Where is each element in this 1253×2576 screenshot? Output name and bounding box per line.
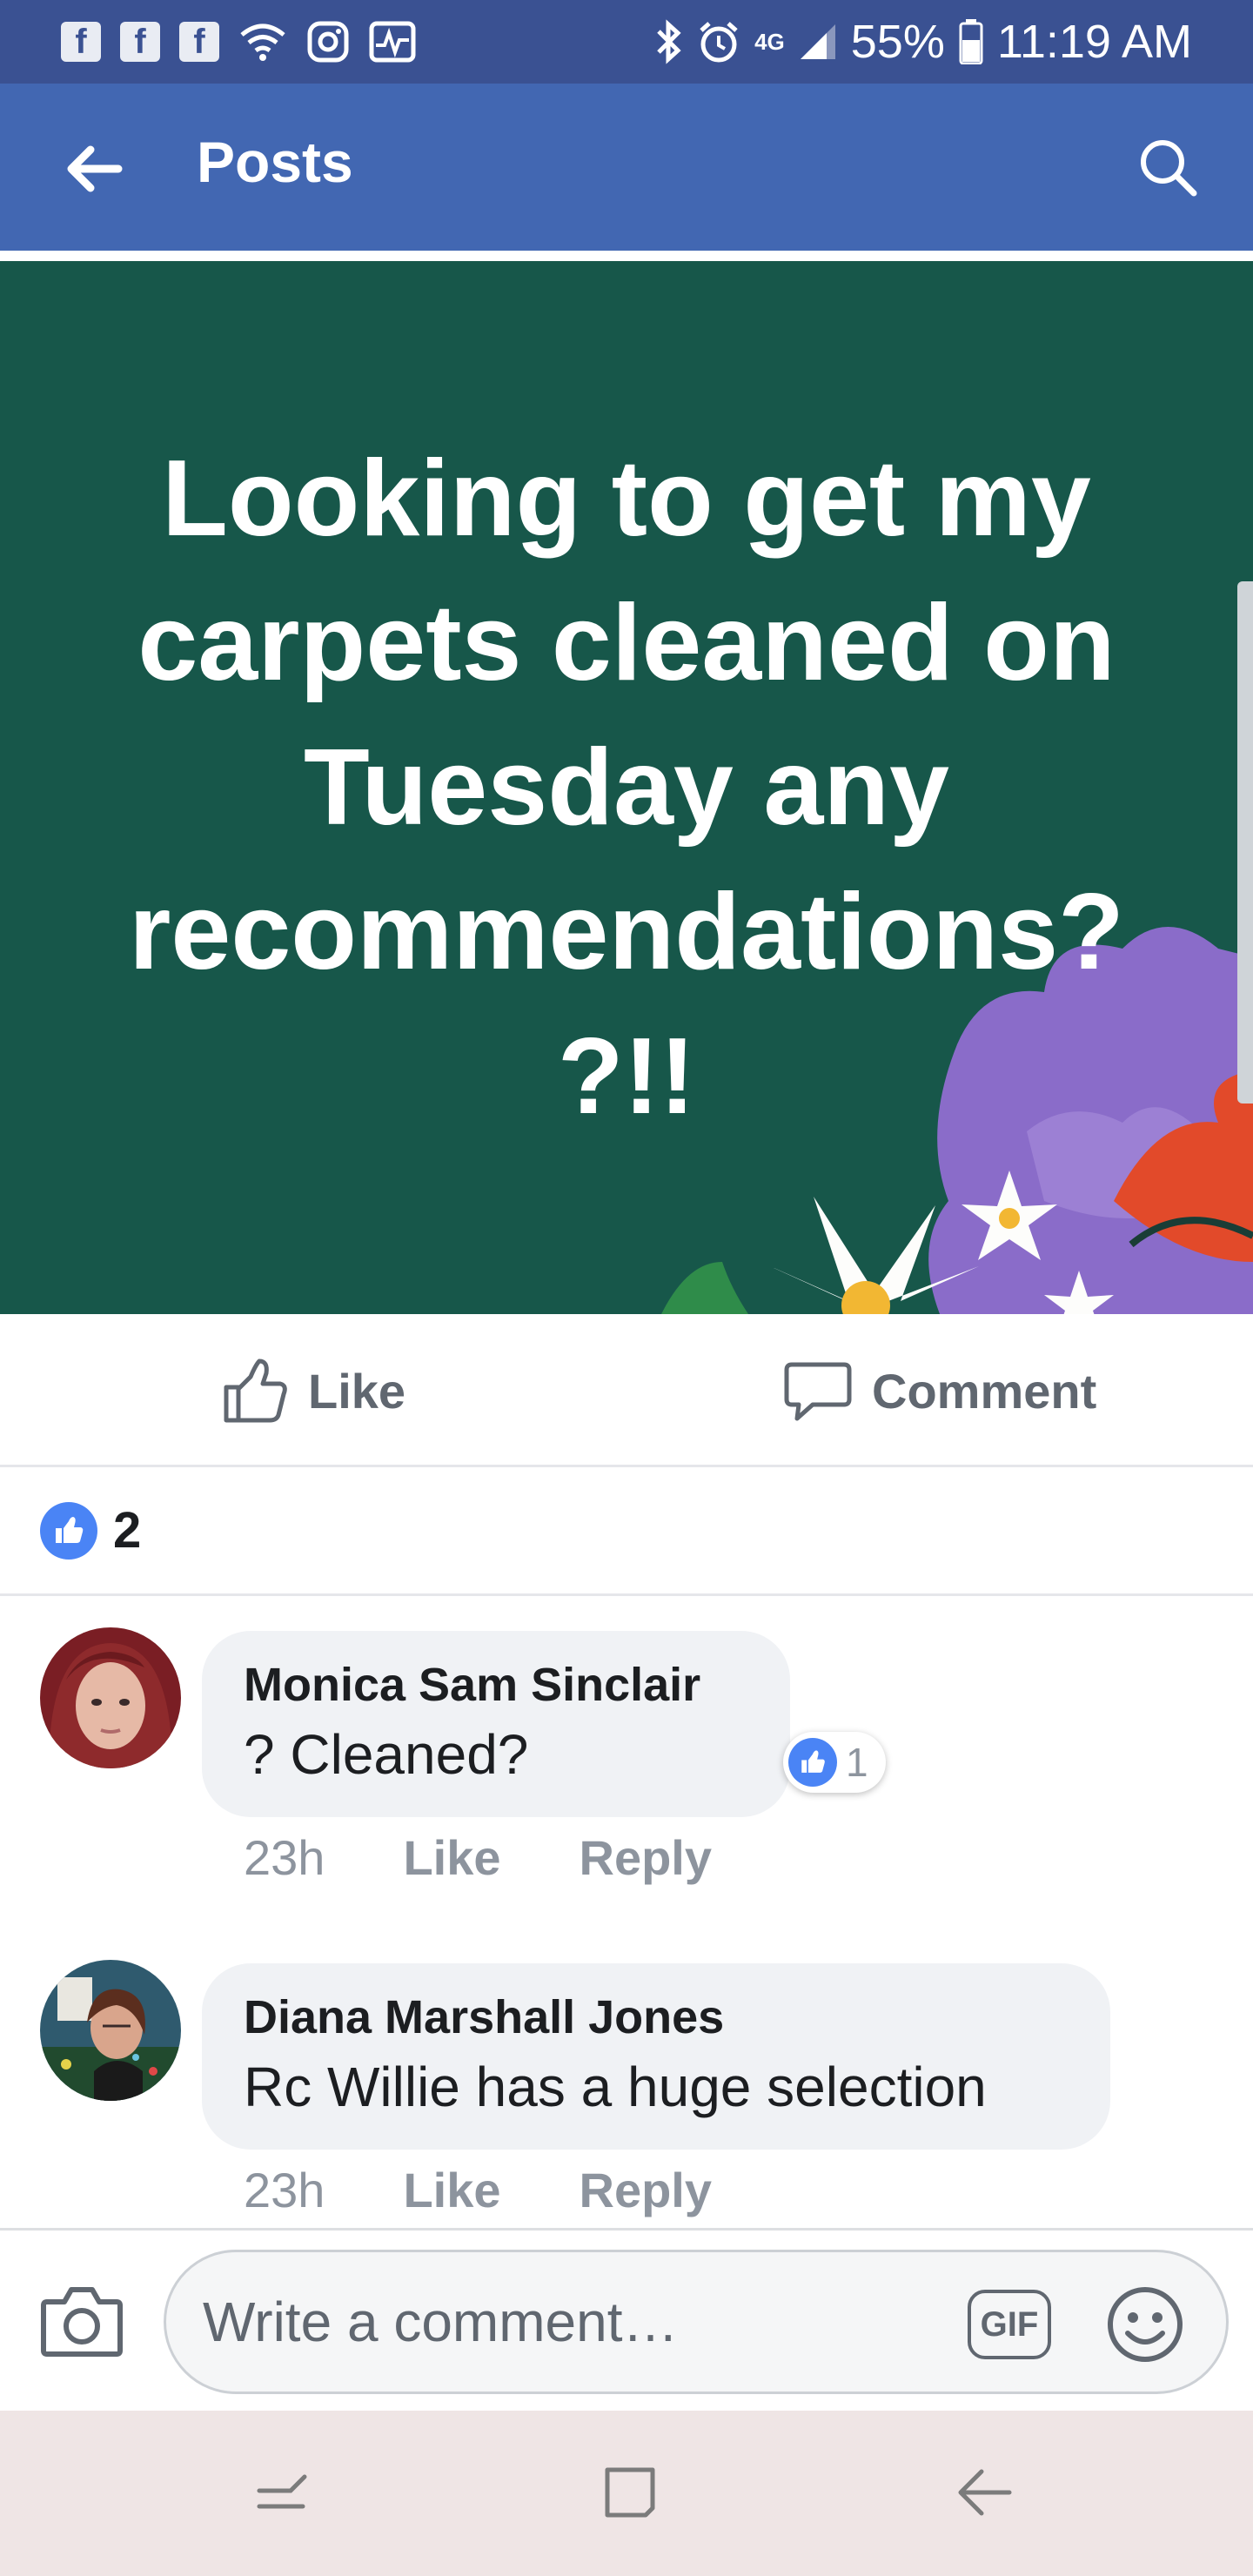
camera-icon [41,2287,123,2357]
app-header: Posts [0,84,1253,251]
like-button[interactable]: Like [219,1314,405,1467]
page-title: Posts [197,130,353,194]
smiley-icon [1108,2287,1183,2362]
like-reaction-icon [40,1501,97,1560]
scrollbar[interactable] [1237,581,1253,1104]
comment-text: Rc Willie has a huge selection [244,2056,987,2118]
bluetooth-icon [653,19,683,64]
back-nav-icon [958,2469,1012,2516]
status-bar: f f f 4G 55% 11:19 AM [0,0,1253,84]
comment-label: Comment [872,1363,1097,1419]
thumbs-up-icon [224,1358,287,1423]
facebook-notification-icon: f [120,22,160,62]
home-icon [605,2467,655,2518]
facebook-notification-icon: f [179,22,219,62]
comment-like-button[interactable]: Like [403,1829,500,1886]
comment-bubble[interactable]: Monica Sam Sinclair ? Cleaned? [202,1631,790,1817]
avatar[interactable] [40,1627,181,1768]
comment-item: Monica Sam Sinclair ? Cleaned? 1 23h Lik… [0,1627,1253,1888]
home-button[interactable] [595,2458,665,2532]
battery-icon [959,19,983,64]
comment-reply-button[interactable]: Reply [580,2162,713,2218]
camera-button[interactable] [40,2283,124,2362]
notification-icons: f f f [61,20,416,64]
gif-button[interactable]: GIF [968,2290,1051,2359]
post-text: Looking to get my carpets cleaned on Tue… [129,439,1124,1137]
back-nav-button[interactable] [948,2458,1018,2532]
comment-timestamp: 23h [244,2163,325,2217]
facebook-notification-icon: f [61,22,101,62]
post-actions: Like Comment [0,1314,1253,1467]
back-button[interactable] [61,134,131,204]
comment-reaction-count: 1 [846,1740,868,1785]
emoji-button[interactable] [1105,2284,1185,2369]
comment-bubble[interactable]: Diana Marshall Jones Rc Willie has a hug… [202,1963,1110,2150]
comment-input[interactable] [164,2250,1229,2394]
comment-composer: GIF [0,2228,1253,2411]
clock-time: 11:19 AM [996,16,1192,68]
search-icon [1141,140,1197,197]
comment-reaction-badge[interactable]: 1 [783,1732,886,1793]
instagram-icon [306,20,350,64]
comment-meta: 23h Like Reply [244,1829,712,1886]
like-reaction-icon [788,1738,837,1787]
comment-like-button[interactable]: Like [403,2162,500,2218]
system-status: 4G 55% 11:19 AM [653,15,1192,69]
comment-author[interactable]: Monica Sam Sinclair [244,1657,750,1713]
reaction-summary[interactable]: 2 [0,1467,1253,1596]
speech-bubble-icon [784,1362,852,1421]
activity-icon [369,21,416,63]
comment-author[interactable]: Diana Marshall Jones [244,1989,1070,2045]
comment-text: ? Cleaned? [244,1723,529,1786]
post-background: Looking to get my carpets cleaned on Tue… [0,261,1253,1314]
system-navigation-bar [0,2411,1253,2576]
comment-timestamp: 23h [244,1830,325,1885]
gif-label: GIF [980,2304,1039,2344]
comment-meta: 23h Like Reply [244,2162,712,2218]
battery-percent: 55% [850,16,945,68]
network-type-icon: 4G [754,28,785,55]
alarm-icon [697,20,740,64]
signal-icon [799,23,837,61]
like-label: Like [308,1363,406,1419]
search-button[interactable] [1135,134,1201,205]
wifi-icon [238,21,287,63]
avatar[interactable] [40,1960,181,2101]
comment-button[interactable]: Comment [783,1314,1096,1467]
reaction-count: 2 [113,1502,142,1559]
recent-apps-button[interactable] [249,2458,318,2532]
comment-item: Diana Marshall Jones Rc Willie has a hug… [0,1960,1253,2221]
recent-apps-icon [257,2474,307,2509]
back-arrow-icon [67,145,123,192]
comment-reply-button[interactable]: Reply [580,1829,713,1886]
